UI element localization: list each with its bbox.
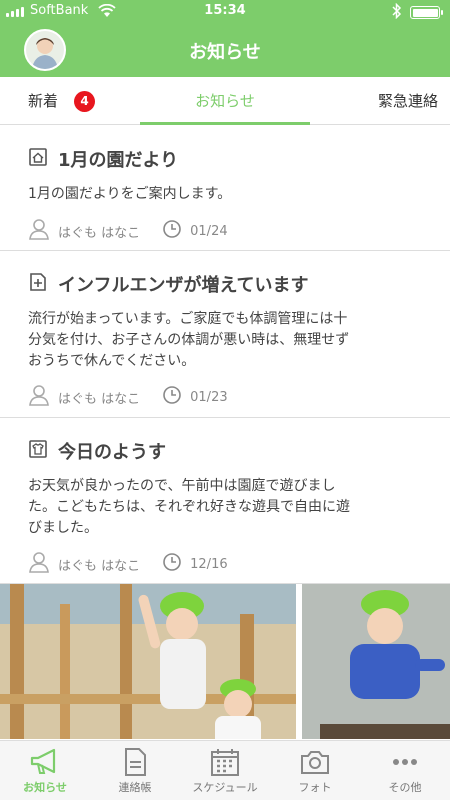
nav-schedule[interactable]: スケジュール [180, 741, 270, 800]
item-title: 今日のようす [58, 442, 166, 463]
status-time: 15:34 [204, 3, 246, 18]
active-tab-indicator [140, 122, 310, 125]
calendar-icon [211, 749, 239, 776]
battery-icon [410, 6, 443, 19]
tab-bar: 新着 4 お知らせ 緊急連絡 [0, 77, 450, 125]
item-meta: はぐも はなこ 01/24 [28, 218, 228, 244]
item-body: 流行が始まっています。ご家庭でも体調管理には十 分気を付け、お子さんの体調が悪い… [28, 309, 408, 372]
item-body: 1月の園だよりをご案内します。 [28, 184, 408, 204]
author-name: はぐも はなこ [58, 225, 141, 241]
item-body-line: 1月の園だよりをご案内します。 [28, 186, 232, 202]
item-body-line: おうちで休んでください。 [28, 353, 196, 369]
page-title: お知らせ [189, 42, 261, 63]
item-body-line: た。こどもたちは、それぞれ好きな遊具で自由に遊 [28, 499, 350, 515]
item-author: はぐも はなこ [28, 218, 140, 244]
item-date: 12/16 [162, 552, 228, 576]
clock-icon [162, 552, 182, 576]
list-item[interactable]: 今日のようす お天気が良かったので、午前中は園庭で遊びまし た。こどもたちは、そ… [0, 418, 450, 584]
status-bar: SoftBank 15:34 [0, 0, 450, 24]
plus-document-icon [28, 272, 48, 296]
item-body-line: 分気を付け、お子さんの体調が悪い時は、無理せず [28, 332, 350, 348]
more-icon [393, 759, 417, 765]
nav-label: その他 [388, 781, 422, 794]
new-count-badge: 4 [74, 91, 95, 112]
megaphone-icon [30, 748, 56, 774]
nav-notebook[interactable]: 連絡帳 [90, 741, 180, 800]
nav-more[interactable]: その他 [360, 741, 450, 800]
clock-icon [162, 385, 182, 409]
person-icon [28, 384, 50, 410]
nav-photo[interactable]: フォト [270, 741, 360, 800]
item-title-row: インフルエンザが増えています [28, 271, 309, 297]
date-text: 01/23 [190, 389, 228, 405]
playground-photo[interactable] [0, 584, 450, 739]
item-date: 01/23 [162, 385, 228, 409]
tab-new[interactable]: 新着 [28, 77, 58, 125]
notebook-icon [125, 748, 146, 776]
list-item[interactable]: インフルエンザが増えています 流行が始まっています。ご家庭でも体調管理には十 分… [0, 251, 450, 418]
author-name: はぐも はなこ [58, 391, 141, 407]
list-item[interactable]: 1月の園だより 1月の園だよりをご案内します。 はぐも はなこ 01/24 [0, 126, 450, 251]
item-body: お天気が良かったので、午前中は園庭で遊びまし た。こどもたちは、それぞれ好きな遊… [28, 476, 408, 539]
camera-icon [301, 751, 329, 774]
item-title-row: 1月の園だより [28, 146, 178, 172]
item-body-line: 流行が始まっています。ご家庭でも体調管理には十 [28, 311, 348, 327]
item-title-row: 今日のようす [28, 438, 166, 464]
house-icon [28, 147, 48, 171]
clock-icon [162, 219, 182, 243]
item-title: 1月の園だより [58, 150, 179, 171]
bottom-nav: お知らせ 連絡帳 スケジュール フォト その他 [0, 740, 450, 800]
item-body-line: びました。 [28, 520, 98, 536]
item-author: はぐも はなこ [28, 384, 140, 410]
nav-label: スケジュール [192, 781, 258, 794]
nav-notices[interactable]: お知らせ [0, 741, 90, 800]
item-title: インフルエンザが増えています [58, 275, 309, 296]
nav-label: 連絡帳 [118, 781, 152, 794]
date-text: 12/16 [190, 556, 228, 572]
author-name: はぐも はなこ [58, 558, 141, 574]
app-header: SoftBank 15:34 お知らせ [0, 0, 450, 77]
item-author: はぐも はなこ [28, 551, 140, 577]
nav-label: お知らせ [23, 781, 67, 794]
tab-urgent[interactable]: 緊急連絡 [378, 77, 438, 125]
shirt-icon [28, 439, 48, 463]
item-meta: はぐも はなこ 12/16 [28, 551, 228, 577]
item-meta: はぐも はなこ 01/23 [28, 384, 228, 410]
item-date: 01/24 [162, 219, 228, 243]
item-body-line: お天気が良かったので、午前中は園庭で遊びまし [28, 478, 336, 494]
date-text: 01/24 [190, 223, 228, 239]
nav-label: フォト [298, 781, 332, 794]
bluetooth-icon [392, 2, 402, 23]
person-icon [28, 218, 50, 244]
tab-notices[interactable]: お知らせ [140, 77, 310, 125]
notice-list: 1月の園だより 1月の園だよりをご案内します。 はぐも はなこ 01/24 イン… [0, 126, 450, 584]
person-icon [28, 551, 50, 577]
